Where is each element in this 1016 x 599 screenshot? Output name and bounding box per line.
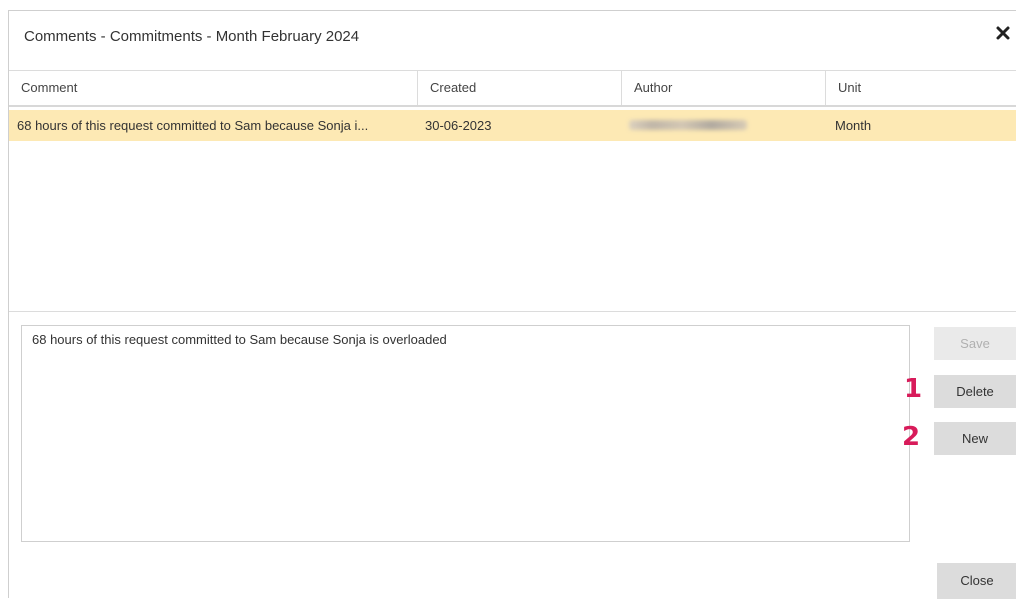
- new-button[interactable]: New: [934, 422, 1016, 455]
- redacted-author: [629, 120, 747, 130]
- column-header-comment[interactable]: Comment: [9, 71, 417, 105]
- cell-comment: 68 hours of this request committed to Sa…: [17, 118, 369, 133]
- column-header-unit[interactable]: Unit: [825, 71, 1016, 105]
- annotation-marker-2: 2: [902, 422, 921, 452]
- dialog-titlebar: Comments - Commitments - Month February …: [9, 11, 1016, 69]
- dialog-title: Comments - Commitments - Month February …: [24, 28, 360, 45]
- save-button[interactable]: Save: [934, 327, 1016, 360]
- annotation-marker-1: 1: [904, 374, 923, 404]
- table-row[interactable]: 68 hours of this request committed to Sa…: [9, 110, 1016, 141]
- delete-button[interactable]: Delete: [934, 375, 1016, 408]
- close-button[interactable]: Close: [937, 563, 1016, 599]
- column-header-created[interactable]: Created: [417, 71, 621, 105]
- close-icon[interactable]: [994, 24, 1012, 42]
- cell-author-redacted: [621, 110, 825, 141]
- cell-created: 30-06-2023: [425, 118, 492, 133]
- comment-textarea[interactable]: 68 hours of this request committed to Sa…: [21, 325, 910, 542]
- comments-dialog: Comments - Commitments - Month February …: [8, 10, 1016, 599]
- column-header-author[interactable]: Author: [621, 71, 825, 105]
- grid-body: 68 hours of this request committed to Sa…: [9, 107, 1016, 312]
- grid-header: Comment Created Author Unit: [9, 70, 1016, 107]
- cell-unit: Month: [835, 118, 872, 133]
